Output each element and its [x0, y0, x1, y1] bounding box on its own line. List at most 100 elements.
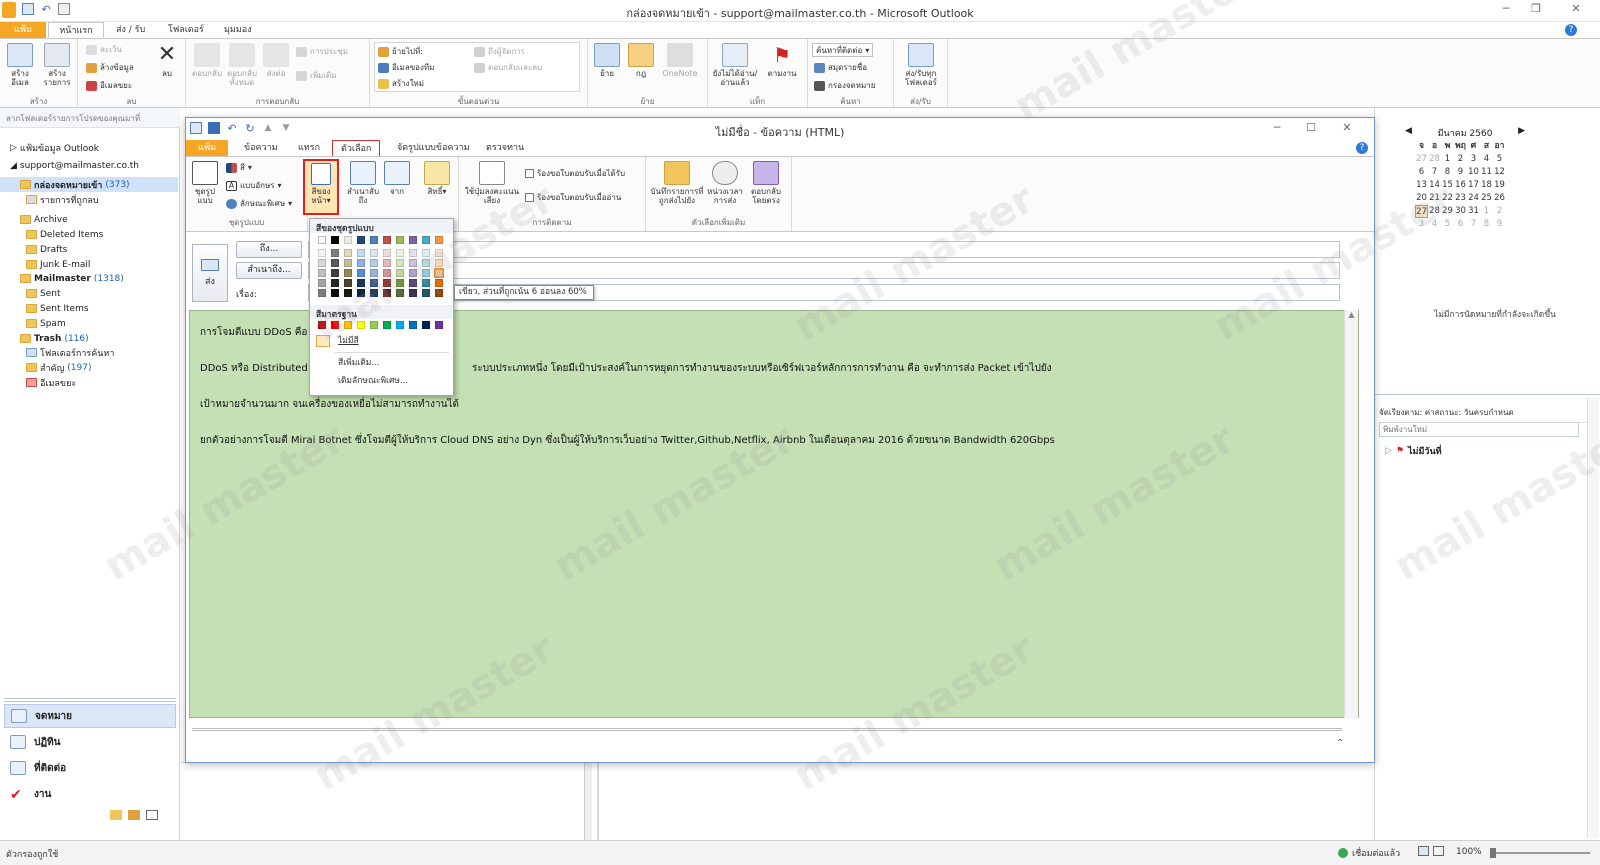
- tab-home[interactable]: หน้าแรก: [48, 22, 104, 38]
- nav-item-important[interactable]: สำคัญ (197): [0, 360, 178, 375]
- nav-item-search-folders[interactable]: โฟลเดอร์การค้นหา: [0, 345, 178, 360]
- meeting-button[interactable]: การประชุม: [296, 45, 348, 58]
- request-delivery-checkbox[interactable]: ร้องขอใบตอบรับเมื่อได้รับ: [525, 167, 625, 180]
- module-contacts[interactable]: ที่ติดต่อ: [4, 756, 176, 780]
- bcc-button[interactable]: สำเนาลับถึง: [346, 161, 380, 205]
- message-help-icon[interactable]: ?: [1356, 142, 1368, 154]
- junk-button[interactable]: อีเมลขยะ: [86, 79, 132, 92]
- new-task-input[interactable]: [1379, 422, 1579, 437]
- page-color-button[interactable]: สีของหน้า▾: [303, 159, 339, 215]
- quickstep-reply-delete[interactable]: ตอบกลับและลบ: [474, 61, 542, 74]
- nav-item-trash[interactable]: Trash (116): [0, 331, 178, 346]
- prev-month-arrow[interactable]: ◀: [1405, 126, 1412, 140]
- effects-button[interactable]: ลักษณะพิเศษ ▾: [226, 197, 292, 210]
- delete-button[interactable]: ✕ ลบ: [152, 43, 182, 79]
- minimize-button[interactable]: ─: [1495, 2, 1517, 18]
- msg-tab-message[interactable]: ข้อความ: [236, 140, 286, 156]
- tab-view[interactable]: มุมมอง: [216, 22, 260, 38]
- nav-item-archive[interactable]: Archive: [0, 212, 178, 227]
- list-scrollbar[interactable]: [584, 763, 592, 841]
- reading-view-icon[interactable]: [1433, 846, 1444, 856]
- cc-field[interactable]: [308, 262, 1340, 279]
- standard-color-swatch[interactable]: [318, 321, 326, 329]
- no-date-group[interactable]: ▷ ⚑ ไม่มีวันที่: [1385, 444, 1442, 458]
- permission-button[interactable]: สิทธิ์▾: [422, 161, 452, 196]
- standard-color-swatch[interactable]: [370, 321, 378, 329]
- save-sent-item-button[interactable]: บันทึกรายการที่ถูกส่งไปยัง: [650, 161, 704, 205]
- filter-email-button[interactable]: กรองจดหมาย: [814, 79, 875, 92]
- to-button[interactable]: ถึง...: [236, 241, 302, 258]
- tab-folder[interactable]: โฟลเดอร์: [160, 22, 212, 38]
- colors-button[interactable]: สี ▾: [226, 161, 252, 174]
- rules-button[interactable]: กฎ: [626, 43, 656, 78]
- expand-people-pane-icon[interactable]: ⌃: [1336, 738, 1344, 749]
- request-read-checkbox[interactable]: ร้องขอใบตอบรับเมื่ออ่าน: [525, 191, 621, 204]
- quickstep-to-manager[interactable]: ถึงผู้จัดการ: [474, 45, 525, 58]
- quickstep-move-to[interactable]: ย้ายไปที่:: [378, 45, 423, 58]
- address-book-button[interactable]: สมุดรายชื่อ: [814, 61, 867, 74]
- todo-splitter[interactable]: [1375, 394, 1600, 397]
- new-email-button[interactable]: สร้างอีเมล: [4, 43, 36, 87]
- module-calendar[interactable]: ปฏิทิน: [4, 730, 176, 754]
- tab-send-receive[interactable]: ส่ง / รับ: [108, 22, 153, 38]
- nav-item-inbox[interactable]: กล่องจดหมายเข้า (373): [0, 177, 178, 192]
- nav-item-junk-email[interactable]: Junk E-mail: [0, 257, 178, 272]
- module-tasks[interactable]: ✔ งาน: [4, 782, 176, 806]
- clean-up-button[interactable]: ล้างข้อมูล: [86, 61, 134, 74]
- tab-file[interactable]: แฟ้ม: [0, 22, 46, 38]
- message-maximize-button[interactable]: ☐: [1300, 121, 1322, 137]
- nav-item-outlook-data-file[interactable]: ▷ แฟ้มข้อมูล Outlook: [0, 140, 178, 155]
- unread-read-button[interactable]: ยังไม่ได้อ่าน/อ่านแล้ว: [712, 43, 758, 87]
- message-close-button[interactable]: ✕: [1336, 121, 1358, 137]
- todo-scrollbar[interactable]: [1587, 398, 1599, 838]
- move-button[interactable]: ย้าย: [592, 43, 622, 78]
- standard-color-swatch[interactable]: [383, 321, 391, 329]
- delay-delivery-button[interactable]: หน่วงเวลาการส่ง: [706, 161, 744, 205]
- more-respond-button[interactable]: เพิ่มเติม: [296, 69, 336, 82]
- nav-item-deleted-items[interactable]: Deleted Items: [0, 227, 178, 242]
- shortcuts-icon[interactable]: [146, 810, 158, 820]
- nav-item-junk-th[interactable]: อีเมลขยะ: [0, 375, 178, 390]
- more-colors-item[interactable]: สีเพิ่มเติม...: [310, 355, 453, 371]
- module-mail[interactable]: จดหมาย: [4, 704, 176, 728]
- standard-color-swatch[interactable]: [357, 321, 365, 329]
- reply-all-button[interactable]: ตอบกลับทั้งหมด: [226, 43, 258, 87]
- reply-button[interactable]: ตอบกลับ: [192, 43, 222, 78]
- normal-view-icon[interactable]: [1418, 846, 1429, 856]
- to-field[interactable]: [308, 241, 1340, 258]
- new-items-button[interactable]: สร้างรายการ: [40, 43, 74, 87]
- nav-item-spam[interactable]: Spam: [0, 316, 178, 331]
- nav-item-mailmaster[interactable]: Mailmaster (1318): [0, 271, 178, 286]
- nav-item-account[interactable]: ◢ support@mailmaster.co.th: [0, 158, 178, 173]
- from-button[interactable]: จาก: [384, 161, 410, 196]
- send-button[interactable]: ส่ง: [192, 244, 228, 302]
- next-month-arrow[interactable]: ▶: [1518, 126, 1525, 140]
- ignore-button[interactable]: ละเว้น: [86, 43, 122, 56]
- standard-color-swatch[interactable]: [396, 321, 404, 329]
- direct-replies-button[interactable]: ตอบกลับโดยตรง: [746, 161, 786, 205]
- msg-tab-insert[interactable]: แทรก: [290, 140, 328, 156]
- nav-item-sent-items[interactable]: Sent Items: [0, 301, 178, 316]
- close-button[interactable]: ✕: [1565, 2, 1587, 18]
- arrange-by-header[interactable]: จัดเรียงตาม: ค่าสถานะ: วันครบกำหนด: [1379, 406, 1597, 423]
- folder-list-icon[interactable]: [128, 810, 140, 820]
- people-pane-splitter[interactable]: [192, 728, 1342, 731]
- standard-color-swatch[interactable]: [344, 321, 352, 329]
- body-scrollbar[interactable]: ▲: [1344, 310, 1358, 718]
- help-icon[interactable]: ?: [1565, 24, 1577, 36]
- msg-tab-review[interactable]: ตรวจทาน: [478, 140, 532, 156]
- standard-color-swatch[interactable]: [409, 321, 417, 329]
- quickstep-team-email[interactable]: อีเมลของทีม: [378, 61, 434, 74]
- msg-tab-format-text[interactable]: จัดรูปแบบข้อความ: [389, 140, 478, 156]
- zoom-slider[interactable]: [1490, 848, 1590, 858]
- standard-color-swatch[interactable]: [422, 321, 430, 329]
- find-contact-box[interactable]: ค้นหาที่ติดต่อ ▾: [812, 43, 874, 57]
- fill-effects-item[interactable]: เติมลักษณะพิเศษ...: [310, 373, 453, 389]
- fonts-button[interactable]: A แบบอักษร ▾: [226, 179, 282, 192]
- quickstep-create-new[interactable]: สร้างใหม่: [378, 77, 424, 90]
- nav-item-drafts[interactable]: Drafts: [0, 242, 178, 257]
- nav-splitter[interactable]: [4, 698, 176, 702]
- message-minimize-button[interactable]: ─: [1266, 121, 1288, 137]
- restore-button[interactable]: ❐: [1525, 2, 1547, 18]
- follow-up-button[interactable]: ⚑ ตามงาน: [764, 43, 800, 78]
